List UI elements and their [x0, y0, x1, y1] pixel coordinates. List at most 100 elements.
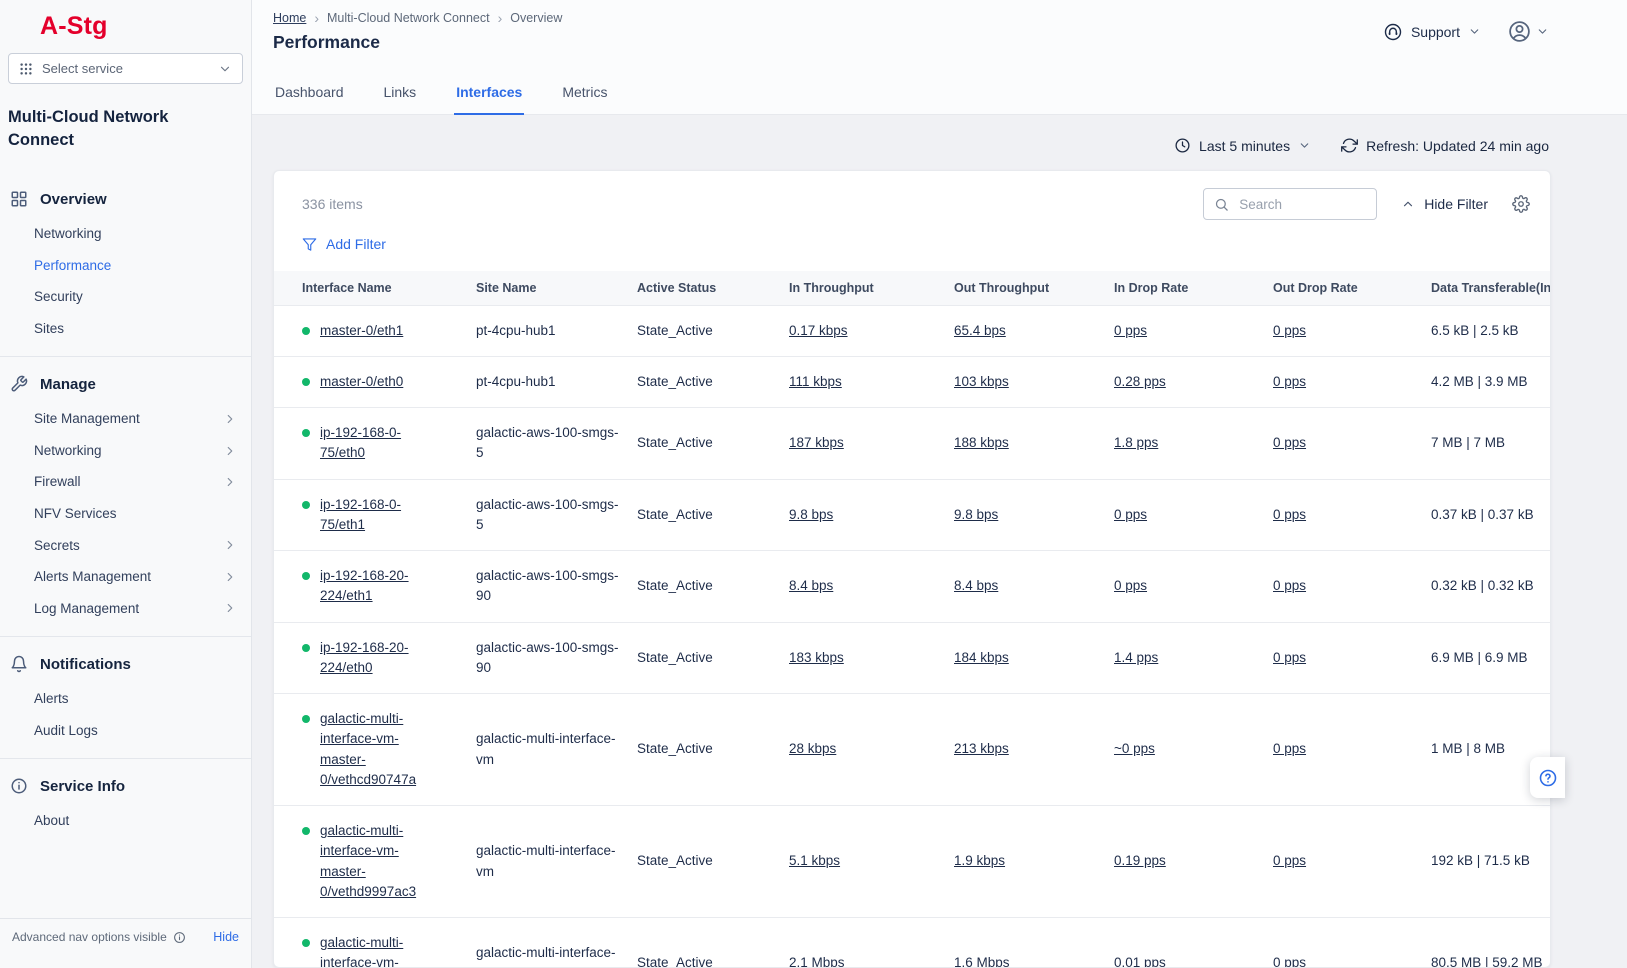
out-drop-rate-link[interactable]: 0 pps — [1273, 955, 1306, 968]
chevron-right-icon — [223, 570, 237, 584]
sidebar-item-alerts-management[interactable]: Alerts Management — [0, 561, 251, 593]
out-drop-rate-link[interactable]: 0 pps — [1273, 578, 1306, 593]
out-drop-rate-link[interactable]: 0 pps — [1273, 853, 1306, 868]
breadcrumb-home-link[interactable]: Home — [273, 11, 306, 25]
site-name-cell: pt-4cpu-hub1 — [476, 305, 637, 356]
sidebar-item-firewall[interactable]: Firewall — [0, 466, 251, 498]
nav-section-manage: Manage Site Management Networking — [0, 356, 251, 636]
sidebar-item-site-management[interactable]: Site Management — [0, 403, 251, 435]
interface-name-link[interactable]: ip-192-168-0-75/eth1 — [320, 495, 440, 536]
sidebar-item-label: NFV Services — [34, 505, 117, 523]
sidebar-item-nfv-services[interactable]: NFV Services — [0, 498, 251, 530]
in-throughput-link[interactable]: 187 kbps — [789, 435, 844, 450]
out-drop-rate-link[interactable]: 0 pps — [1273, 435, 1306, 450]
interface-name-link[interactable]: master-0/eth1 — [320, 321, 403, 341]
chevron-right-icon: › — [314, 11, 319, 25]
sidebar-item-security[interactable]: Security — [0, 281, 251, 313]
interface-name-link[interactable]: galactic-multi-interface-vm-master-0/eth… — [320, 933, 440, 968]
hide-nav-link[interactable]: Hide — [213, 930, 239, 944]
out-drop-rate-link[interactable]: 0 pps — [1273, 741, 1306, 756]
column-header[interactable]: Data Transferable(In — [1431, 271, 1551, 306]
nav-section-notifications: Notifications Alerts Audit Logs — [0, 636, 251, 758]
interface-name-link[interactable]: ip-192-168-20-224/eth0 — [320, 638, 440, 679]
data-transferable-cell: 4.2 MB | 3.9 MB — [1431, 356, 1551, 407]
nav-header-overview[interactable]: Overview — [0, 180, 251, 218]
in-drop-rate-link[interactable]: 0.01 pps — [1114, 955, 1166, 968]
in-throughput-link[interactable]: 9.8 bps — [789, 507, 833, 522]
interface-name-link[interactable]: ip-192-168-20-224/eth1 — [320, 566, 440, 607]
out-throughput-link[interactable]: 8.4 bps — [954, 578, 998, 593]
column-header[interactable]: In Drop Rate — [1114, 271, 1273, 306]
out-throughput-link[interactable]: 65.4 bps — [954, 323, 1006, 338]
account-menu[interactable] — [1507, 19, 1549, 44]
column-header[interactable]: Active Status — [637, 271, 789, 306]
nav-header-notifications[interactable]: Notifications — [0, 645, 251, 683]
out-throughput-link[interactable]: 188 kbps — [954, 435, 1009, 450]
in-throughput-link[interactable]: 5.1 kbps — [789, 853, 840, 868]
tab-links[interactable]: Links — [382, 64, 419, 115]
sidebar-item-audit-logs[interactable]: Audit Logs — [0, 715, 251, 747]
add-filter-button[interactable]: Add Filter — [302, 236, 386, 252]
in-throughput-link[interactable]: 2.1 Mbps — [789, 955, 845, 968]
in-throughput-link[interactable]: 111 kbps — [789, 374, 842, 389]
out-throughput-link[interactable]: 1.9 kbps — [954, 853, 1005, 868]
sidebar-item-networking[interactable]: Networking — [0, 218, 251, 250]
nav-header-service-info[interactable]: Service Info — [0, 767, 251, 805]
in-throughput-link[interactable]: 183 kbps — [789, 650, 844, 665]
help-button[interactable] — [1530, 757, 1565, 798]
time-range-selector[interactable]: Last 5 minutes — [1174, 137, 1311, 154]
out-throughput-link[interactable]: 184 kbps — [954, 650, 1009, 665]
page-header: Home › Multi-Cloud Network Connect › Ove… — [252, 0, 1627, 115]
out-drop-rate-link[interactable]: 0 pps — [1273, 374, 1306, 389]
out-throughput-link[interactable]: 9.8 bps — [954, 507, 998, 522]
out-drop-rate-link[interactable]: 0 pps — [1273, 323, 1306, 338]
search-input[interactable] — [1237, 196, 1366, 213]
refresh-button[interactable]: Refresh: Updated 24 min ago — [1341, 137, 1549, 154]
out-throughput-link[interactable]: 213 kbps — [954, 741, 1009, 756]
in-drop-rate-link[interactable]: 0 pps — [1114, 323, 1147, 338]
column-header[interactable]: Site Name — [476, 271, 637, 306]
sidebar-item-secrets[interactable]: Secrets — [0, 530, 251, 562]
interface-name-link[interactable]: galactic-multi-interface-vm-master-0/vet… — [320, 821, 440, 902]
column-header[interactable]: Out Drop Rate — [1273, 271, 1431, 306]
column-header[interactable]: In Throughput — [789, 271, 954, 306]
breadcrumb-current: Overview — [510, 11, 562, 25]
interface-name-link[interactable]: ip-192-168-0-75/eth0 — [320, 423, 440, 464]
sidebar: A-Stg Select service Multi-Cloud Network… — [0, 0, 252, 968]
tab-metrics[interactable]: Metrics — [560, 64, 609, 115]
in-throughput-link[interactable]: 8.4 bps — [789, 578, 833, 593]
data-transferable-cell: 0.32 kB | 0.32 kB — [1431, 551, 1551, 623]
info-icon[interactable] — [173, 931, 186, 944]
tab-dashboard[interactable]: Dashboard — [273, 64, 346, 115]
support-menu[interactable]: Support — [1383, 22, 1481, 42]
in-drop-rate-link[interactable]: 0 pps — [1114, 578, 1147, 593]
nav-header-manage[interactable]: Manage — [0, 365, 251, 403]
sidebar-item-networking[interactable]: Networking — [0, 435, 251, 467]
sidebar-item-performance[interactable]: Performance — [0, 250, 251, 282]
out-drop-rate-link[interactable]: 0 pps — [1273, 650, 1306, 665]
interface-name-link[interactable]: galactic-multi-interface-vm-master-0/vet… — [320, 709, 440, 790]
in-drop-rate-link[interactable]: ~0 pps — [1114, 741, 1155, 756]
sidebar-item-sites[interactable]: Sites — [0, 313, 251, 345]
in-drop-rate-link[interactable]: 0 pps — [1114, 507, 1147, 522]
out-throughput-link[interactable]: 1.6 Mbps — [954, 955, 1010, 968]
in-drop-rate-link[interactable]: 1.8 pps — [1114, 435, 1158, 450]
column-header[interactable]: Interface Name — [274, 271, 476, 306]
in-drop-rate-link[interactable]: 0.19 pps — [1114, 853, 1166, 868]
sidebar-item-alerts[interactable]: Alerts — [0, 683, 251, 715]
in-drop-rate-link[interactable]: 0.28 pps — [1114, 374, 1166, 389]
hide-filter-button[interactable]: Hide Filter — [1401, 196, 1488, 212]
column-header[interactable]: Out Throughput — [954, 271, 1114, 306]
gear-icon[interactable] — [1512, 195, 1530, 213]
in-throughput-link[interactable]: 0.17 kbps — [789, 323, 848, 338]
in-drop-rate-link[interactable]: 1.4 pps — [1114, 650, 1158, 665]
in-throughput-link[interactable]: 28 kbps — [789, 741, 836, 756]
service-selector[interactable]: Select service — [8, 53, 243, 84]
interface-name-link[interactable]: master-0/eth0 — [320, 372, 403, 392]
interfaces-table: Interface Name Site Name Active Status I… — [274, 271, 1551, 968]
sidebar-item-about[interactable]: About — [0, 805, 251, 837]
sidebar-item-log-management[interactable]: Log Management — [0, 593, 251, 625]
out-drop-rate-link[interactable]: 0 pps — [1273, 507, 1306, 522]
tab-interfaces[interactable]: Interfaces — [454, 64, 524, 115]
out-throughput-link[interactable]: 103 kbps — [954, 374, 1009, 389]
